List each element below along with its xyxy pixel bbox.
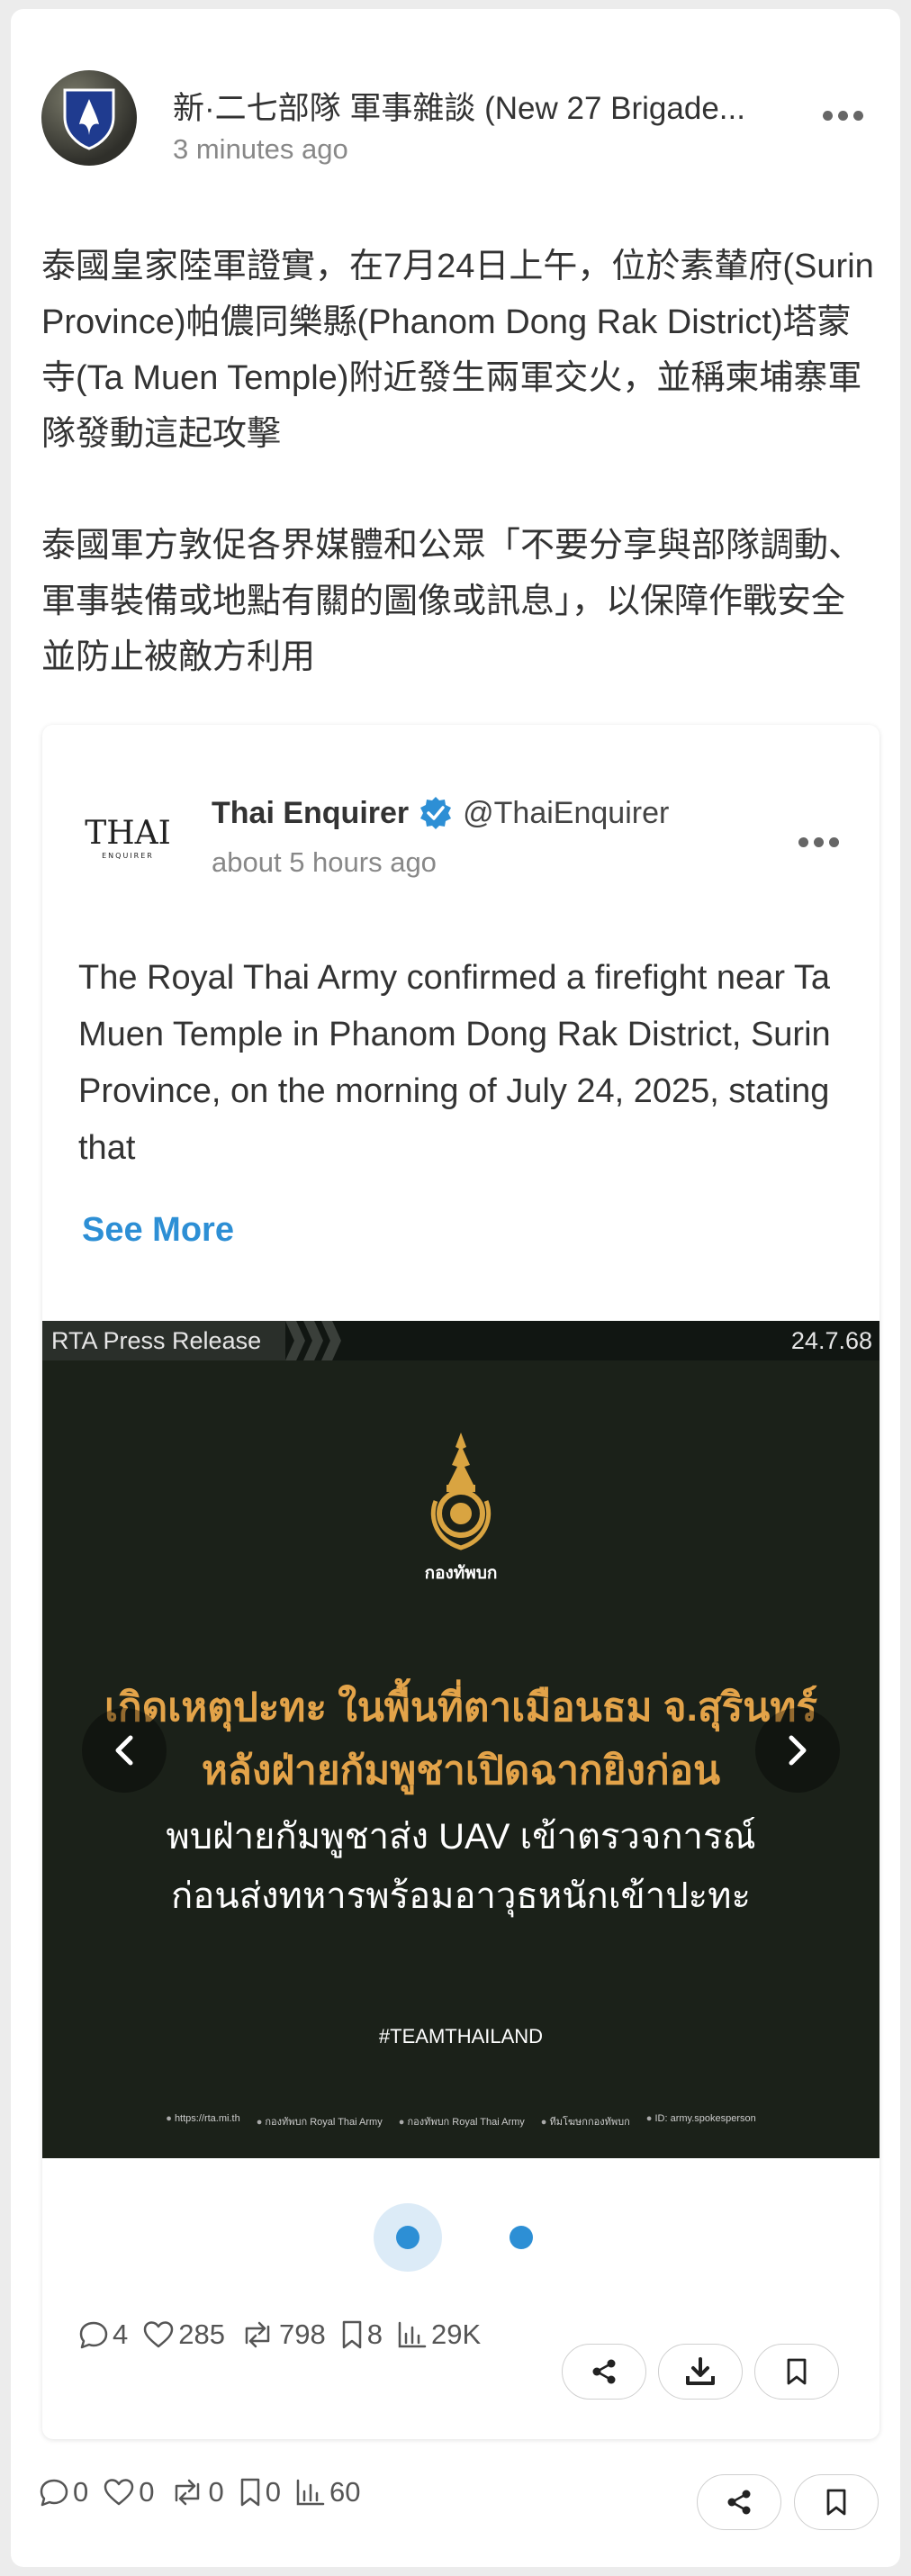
bookmark-button[interactable] xyxy=(794,2474,879,2530)
download-button[interactable] xyxy=(658,2344,743,2400)
views-count: 60 xyxy=(329,2476,361,2508)
reposts-count: 0 xyxy=(208,2476,224,2508)
quoted-post[interactable]: THAI ENQUIRER Thai Enquirer @ThaiEnquire… xyxy=(42,725,879,2439)
bookmarks-stat[interactable]: 8 xyxy=(340,2318,383,2351)
quoted-share-button[interactable] xyxy=(562,2344,646,2400)
reposts-stat[interactable]: 798 xyxy=(239,2318,326,2351)
image-hashtag: #TEAMTHAILAND xyxy=(378,2025,544,2047)
quoted-author[interactable]: Thai Enquirer @ThaiEnquirer xyxy=(212,795,669,831)
author-name[interactable]: 新·二七部隊 軍事雜談 (New 27 Brigade... xyxy=(173,83,785,129)
image-date: 24.7.68 xyxy=(790,1327,872,1354)
share-icon xyxy=(592,2359,616,2384)
repost-icon xyxy=(175,2479,199,2506)
carousel-dot-active[interactable] xyxy=(374,2203,442,2272)
subline-line: ก่อนส่งทหารพร้อมอาวุธหนักเข้าปะทะ xyxy=(171,1876,751,1916)
bookmark-icon xyxy=(240,2478,259,2507)
quoted-time: about 5 hours ago xyxy=(212,846,437,878)
post-paragraph: 泰國軍方敦促各界媒體和公眾「不要分享與部隊調動、軍事裝備或地點有關的圖像或訊息」… xyxy=(41,527,863,676)
author-avatar[interactable] xyxy=(41,70,137,166)
likes-count: 285 xyxy=(178,2318,225,2350)
footer-item: ID: army.spokesperson xyxy=(646,2113,755,2129)
download-icon xyxy=(686,2357,715,2385)
verified-badge-icon xyxy=(420,797,452,829)
comment-icon xyxy=(40,2479,68,2507)
bookmark-icon xyxy=(342,2320,361,2349)
subline-line: พบฝ่ายกัมพูชาส่ง UAV เข้าตรวจการณ์ xyxy=(166,1817,756,1857)
shield-icon xyxy=(63,88,115,150)
post-stats: 0 0 0 0 60 xyxy=(39,2476,374,2508)
bookmarks-count: 8 xyxy=(366,2318,383,2350)
views-chart-icon xyxy=(398,2321,427,2348)
share-button[interactable] xyxy=(697,2474,781,2530)
carousel-prev-button[interactable] xyxy=(82,1708,167,1793)
comments-stat[interactable]: 0 xyxy=(39,2476,88,2508)
image-subline: พบฝ่ายกัมพูชาส่ง UAV เข้าตรวจการณ์ ก่อนส… xyxy=(42,1807,879,1926)
views-stat[interactable]: 60 xyxy=(295,2476,360,2508)
headline-line: เกิดเหตุปะทะ ในพื้นที่ตาเมือนธม จ.สุรินท… xyxy=(104,1686,818,1730)
bookmark-icon xyxy=(787,2358,807,2385)
carousel-next-button[interactable] xyxy=(755,1708,840,1793)
image-headline: เกิดเหตุปะทะ ในพื้นที่ตาเมือนธม จ.สุรินท… xyxy=(42,1677,879,1803)
bookmarks-count: 0 xyxy=(265,2476,281,2508)
carousel-indicators xyxy=(42,2203,879,2272)
more-options-button[interactable] xyxy=(816,97,870,133)
bookmark-icon xyxy=(826,2489,846,2516)
post-body: 泰國皇家陸軍證實，在7月24日上午，位於素輦府(Surin Province)帕… xyxy=(41,239,879,741)
chevron-right-icon xyxy=(789,1735,807,1766)
post-header: 新·二七部隊 軍事雜談 (New 27 Brigade... 3 minutes… xyxy=(41,70,870,169)
emblem-label: กองทัพบก xyxy=(424,1564,498,1583)
views-stat[interactable]: 29K xyxy=(397,2318,481,2351)
post-time: 3 minutes ago xyxy=(173,133,348,165)
views-chart-icon xyxy=(296,2479,325,2506)
see-more-link[interactable]: See More xyxy=(82,1211,234,1250)
media-carousel-image[interactable]: RTA Press Release 24.7.68 กองทัพบก เกิดเ… xyxy=(42,1321,879,2158)
footer-item: https://rta.mi.th xyxy=(166,2113,240,2129)
post-card: 新·二七部隊 軍事雜談 (New 27 Brigade... 3 minutes… xyxy=(11,9,900,2567)
likes-count: 0 xyxy=(139,2476,155,2508)
quoted-handle[interactable]: @ThaiEnquirer xyxy=(463,796,669,831)
army-emblem-icon xyxy=(430,1433,492,1550)
comments-stat[interactable]: 4 xyxy=(78,2318,128,2351)
carousel-dot[interactable] xyxy=(510,2226,533,2249)
likes-stat[interactable]: 0 xyxy=(103,2476,155,2508)
reposts-count: 798 xyxy=(278,2318,326,2350)
image-header-bar: RTA Press Release 24.7.68 xyxy=(42,1321,879,1360)
heart-icon xyxy=(104,2479,134,2506)
footer-item: กองทัพบก Royal Thai Army xyxy=(399,2113,524,2129)
svg-text:THAI: THAI xyxy=(85,815,171,852)
likes-stat[interactable]: 285 xyxy=(142,2318,225,2351)
post-paragraph: 泰國皇家陸軍證實，在7月24日上午，位於素輦府(Surin Province)帕… xyxy=(41,248,874,453)
thai-enquirer-logo[interactable]: THAI ENQUIRER xyxy=(78,804,177,867)
comments-count: 4 xyxy=(113,2318,129,2350)
bookmarks-stat[interactable]: 0 xyxy=(239,2476,281,2508)
repost-icon xyxy=(245,2321,270,2348)
headline-line: หลังฝ่ายกัมพูชาเปิดฉากยิงก่อน xyxy=(201,1749,721,1793)
reposts-stat[interactable]: 0 xyxy=(169,2476,224,2508)
quoted-text: The Royal Thai Army confirmed a firefigh… xyxy=(78,959,831,1167)
svg-text:ENQUIRER: ENQUIRER xyxy=(102,852,154,860)
image-bar-label: RTA Press Release xyxy=(42,1321,285,1360)
heart-icon xyxy=(144,2321,174,2348)
footer-item: ทีมโฆษกกองทัพบก xyxy=(541,2113,629,2129)
footer-item: กองทัพบก Royal Thai Army xyxy=(257,2113,382,2129)
views-count: 29K xyxy=(430,2318,482,2350)
comments-count: 0 xyxy=(73,2476,89,2508)
comment-icon xyxy=(79,2321,108,2349)
quoted-author-name[interactable]: Thai Enquirer xyxy=(212,796,409,831)
quoted-stats: 4 285 798 8 29K xyxy=(78,2318,495,2351)
chevron-left-icon xyxy=(115,1735,133,1766)
share-icon xyxy=(727,2490,751,2515)
image-footer: https://rta.mi.th กองทัพบก Royal Thai Ar… xyxy=(42,2113,879,2129)
quoted-bookmark-button[interactable] xyxy=(754,2344,839,2400)
quoted-more-options-button[interactable] xyxy=(791,824,845,860)
